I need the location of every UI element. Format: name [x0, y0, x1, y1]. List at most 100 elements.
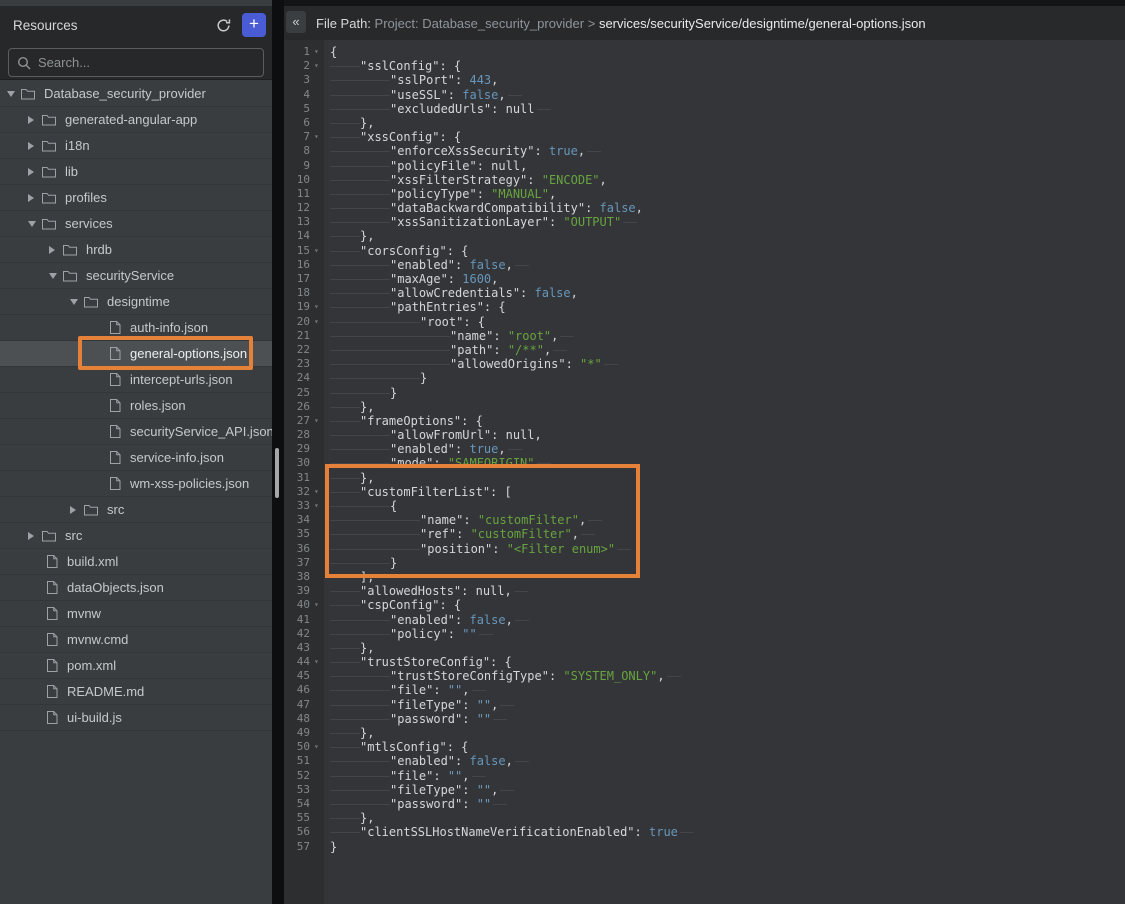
code-line[interactable]: 42"policy": "": [284, 627, 1125, 641]
code-line[interactable]: 26},: [284, 400, 1125, 414]
chevron-down-icon[interactable]: [7, 91, 21, 97]
code-line[interactable]: 50▾"mtlsConfig": {: [284, 740, 1125, 754]
code-line[interactable]: 52"file": "",: [284, 769, 1125, 783]
code-line[interactable]: 34"name": "customFilter",: [284, 513, 1125, 527]
chevron-right-icon[interactable]: [28, 168, 42, 176]
chevron-down-icon[interactable]: [28, 221, 42, 227]
code-line[interactable]: 3"sslPort": 443,: [284, 73, 1125, 87]
code-line[interactable]: 54"password": "": [284, 797, 1125, 811]
fold-toggle-icon[interactable]: ▾: [313, 414, 324, 428]
code-line[interactable]: 46"file": "",: [284, 683, 1125, 697]
code-line[interactable]: 55},: [284, 811, 1125, 825]
code-line[interactable]: 32▾"customFilterList": [: [284, 485, 1125, 499]
tree-item-services[interactable]: services: [0, 211, 272, 237]
chevron-right-icon[interactable]: [70, 506, 84, 514]
code-line[interactable]: 18"allowCredentials": false,: [284, 286, 1125, 300]
code-line[interactable]: 39"allowedHosts": null,: [284, 584, 1125, 598]
code-line[interactable]: 5"excludedUrls": null: [284, 102, 1125, 116]
code-line[interactable]: 44▾"trustStoreConfig": {: [284, 655, 1125, 669]
tree-item-profiles[interactable]: profiles: [0, 185, 272, 211]
tree-item-wm-xss-policies.json[interactable]: wm-xss-policies.json: [0, 471, 272, 497]
code-line[interactable]: 9"policyFile": null,: [284, 159, 1125, 173]
code-line[interactable]: 27▾"frameOptions": {: [284, 414, 1125, 428]
code-line[interactable]: 30"mode": "SAMEORIGIN": [284, 456, 1125, 470]
fold-toggle-icon[interactable]: ▾: [313, 315, 324, 329]
code-line[interactable]: 37}: [284, 556, 1125, 570]
tree-item-intercept-urls.json[interactable]: intercept-urls.json: [0, 367, 272, 393]
code-line[interactable]: 23"allowedOrigins": "*": [284, 357, 1125, 371]
code-line[interactable]: 40▾"cspConfig": {: [284, 598, 1125, 612]
collapse-sidebar-button[interactable]: «: [286, 11, 306, 33]
tree-item-generated-angular-app[interactable]: generated-angular-app: [0, 107, 272, 133]
code-line[interactable]: 20▾"root": {: [284, 315, 1125, 329]
code-line[interactable]: 13"xssSanitizationLayer": "OUTPUT": [284, 215, 1125, 229]
tree-item-securityService[interactable]: securityService: [0, 263, 272, 289]
tree-item-README.md[interactable]: README.md: [0, 679, 272, 705]
chevron-right-icon[interactable]: [28, 194, 42, 202]
tree-item-designtime[interactable]: designtime: [0, 289, 272, 315]
code-line[interactable]: 35"ref": "customFilter",: [284, 527, 1125, 541]
code-line[interactable]: 2▾"sslConfig": {: [284, 59, 1125, 73]
code-line[interactable]: 24}: [284, 371, 1125, 385]
tree-item-hrdb[interactable]: hrdb: [0, 237, 272, 263]
code-line[interactable]: 19▾"pathEntries": {: [284, 300, 1125, 314]
code-line[interactable]: 16"enabled": false,: [284, 258, 1125, 272]
code-line[interactable]: 14},: [284, 229, 1125, 243]
add-resource-button[interactable]: +: [242, 13, 266, 37]
code-line[interactable]: 21"name": "root",: [284, 329, 1125, 343]
code-line[interactable]: 47"fileType": "",: [284, 698, 1125, 712]
code-line[interactable]: 45"trustStoreConfigType": "SYSTEM_ONLY",: [284, 669, 1125, 683]
code-line[interactable]: 4"useSSL": false,: [284, 88, 1125, 102]
code-line[interactable]: 1▾{: [284, 45, 1125, 59]
code-line[interactable]: 11"policyType": "MANUAL",: [284, 187, 1125, 201]
tree-item-build.xml[interactable]: build.xml: [0, 549, 272, 575]
code-line[interactable]: 28"allowFromUrl": null,: [284, 428, 1125, 442]
fold-toggle-icon[interactable]: ▾: [313, 45, 324, 59]
tree-item-pom.xml[interactable]: pom.xml: [0, 653, 272, 679]
chevron-right-icon[interactable]: [28, 142, 42, 150]
tree-item-lib[interactable]: lib: [0, 159, 272, 185]
fold-toggle-icon[interactable]: ▾: [313, 598, 324, 612]
tree-item-securityService_API.json[interactable]: securityService_API.json: [0, 419, 272, 445]
tree-item-mvnw[interactable]: mvnw: [0, 601, 272, 627]
code-line[interactable]: 31},: [284, 471, 1125, 485]
code-editor[interactable]: 1▾{2▾"sslConfig": {3"sslPort": 443,4"use…: [284, 40, 1125, 904]
tree-item-service-info.json[interactable]: service-info.json: [0, 445, 272, 471]
tree-item-dataObjects.json[interactable]: dataObjects.json: [0, 575, 272, 601]
code-line[interactable]: 15▾"corsConfig": {: [284, 244, 1125, 258]
fold-toggle-icon[interactable]: ▾: [313, 59, 324, 73]
tree-item-auth-info.json[interactable]: auth-info.json: [0, 315, 272, 341]
tree-item-mvnw.cmd[interactable]: mvnw.cmd: [0, 627, 272, 653]
code-line[interactable]: 57}: [284, 840, 1125, 854]
tree-item-src[interactable]: src: [0, 523, 272, 549]
fold-toggle-icon[interactable]: ▾: [313, 244, 324, 258]
fold-toggle-icon[interactable]: ▾: [313, 499, 324, 513]
tree-item-general-options.json[interactable]: general-options.json: [0, 341, 272, 367]
code-line[interactable]: 51"enabled": false,: [284, 754, 1125, 768]
code-line[interactable]: 33▾{: [284, 499, 1125, 513]
code-line[interactable]: 53"fileType": "",: [284, 783, 1125, 797]
tree-item-roles.json[interactable]: roles.json: [0, 393, 272, 419]
code-line[interactable]: 48"password": "": [284, 712, 1125, 726]
fold-toggle-icon[interactable]: ▾: [313, 655, 324, 669]
code-line[interactable]: 10"xssFilterStrategy": "ENCODE",: [284, 173, 1125, 187]
tree-item-i18n[interactable]: i18n: [0, 133, 272, 159]
tree-item-src[interactable]: src: [0, 497, 272, 523]
code-line[interactable]: 29"enabled": true,: [284, 442, 1125, 456]
code-line[interactable]: 17"maxAge": 1600,: [284, 272, 1125, 286]
code-line[interactable]: 41"enabled": false,: [284, 613, 1125, 627]
tree-item-Database_security_provider[interactable]: Database_security_provider: [0, 81, 272, 107]
code-line[interactable]: 56"clientSSLHostNameVerificationEnabled"…: [284, 825, 1125, 839]
code-line[interactable]: 49},: [284, 726, 1125, 740]
code-line[interactable]: 43},: [284, 641, 1125, 655]
code-line[interactable]: 22"path": "/**",: [284, 343, 1125, 357]
code-line[interactable]: 12"dataBackwardCompatibility": false,: [284, 201, 1125, 215]
sidebar-scrollbar-thumb[interactable]: [275, 448, 279, 498]
code-line[interactable]: 38],: [284, 570, 1125, 584]
code-line[interactable]: 8"enforceXssSecurity": true,: [284, 144, 1125, 158]
code-line[interactable]: 36"position": "<Filter enum>": [284, 542, 1125, 556]
refresh-button[interactable]: [211, 13, 235, 37]
chevron-right-icon[interactable]: [49, 246, 63, 254]
fold-toggle-icon[interactable]: ▾: [313, 300, 324, 314]
chevron-right-icon[interactable]: [28, 116, 42, 124]
